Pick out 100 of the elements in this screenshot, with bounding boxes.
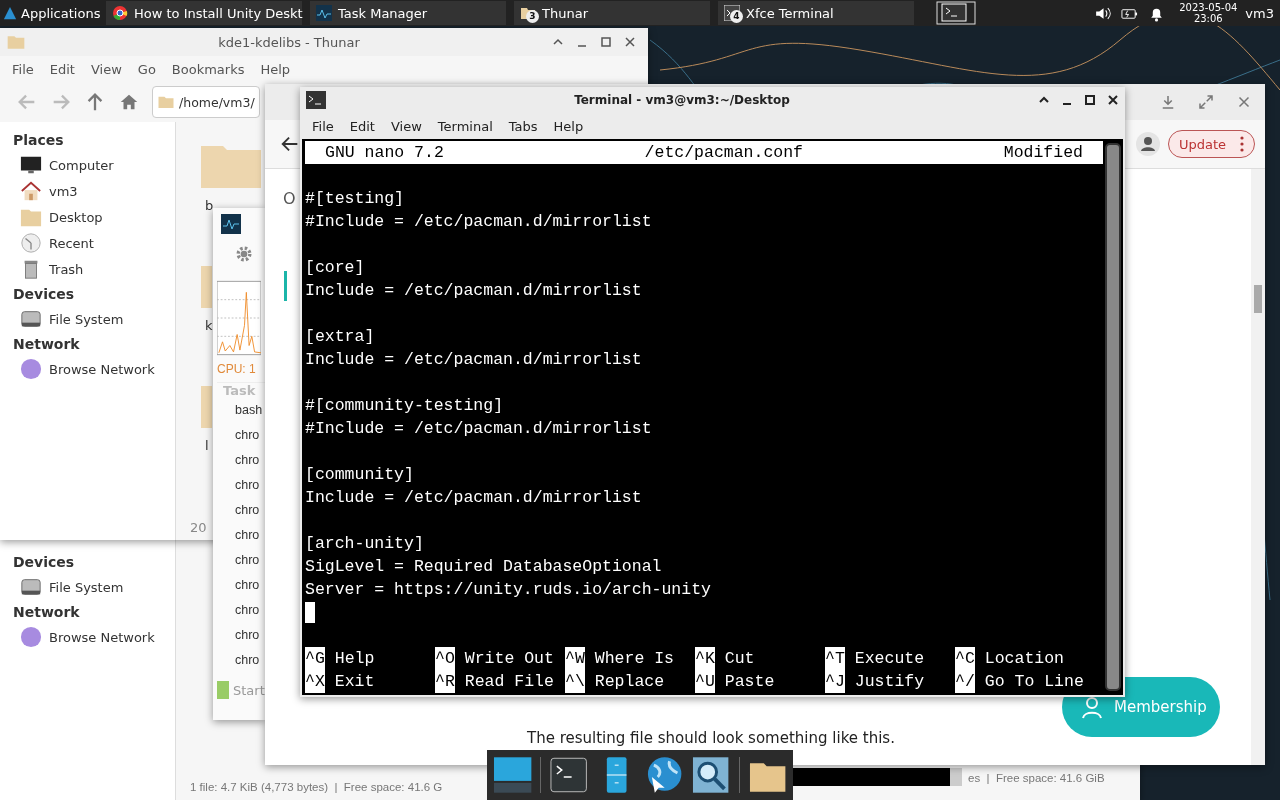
shortcut-key: ^X bbox=[305, 670, 325, 693]
menu-item[interactable]: Help bbox=[254, 59, 297, 79]
sidebar-item[interactable]: Browse Network bbox=[0, 624, 175, 650]
sidebar-item[interactable]: Desktop bbox=[0, 204, 175, 230]
process-name[interactable]: chro bbox=[217, 423, 265, 448]
sidebar-item[interactable]: vm3 bbox=[0, 178, 175, 204]
legend-label: Start bbox=[233, 682, 265, 698]
user-name[interactable]: vm3 bbox=[1245, 5, 1274, 21]
accent-bar bbox=[284, 271, 287, 301]
search-icon[interactable] bbox=[691, 755, 731, 795]
desktop-icon[interactable] bbox=[493, 755, 533, 795]
menu-item[interactable]: View bbox=[384, 116, 428, 136]
shortcut-label: Where Is bbox=[594, 648, 675, 670]
shortcut-label: Justify bbox=[854, 671, 925, 693]
sidebar-item[interactable]: Recent bbox=[0, 230, 175, 256]
close-icon[interactable] bbox=[624, 36, 636, 48]
update-button[interactable]: Update bbox=[1167, 130, 1255, 158]
shortcut-label: Location bbox=[984, 648, 1065, 670]
terminal-icon[interactable] bbox=[549, 755, 589, 795]
workspace-icon[interactable] bbox=[936, 1, 976, 25]
shortcut-key: ^T bbox=[825, 647, 845, 670]
process-name[interactable]: chro bbox=[217, 623, 265, 648]
avatar-icon[interactable] bbox=[1135, 132, 1160, 156]
scrollbar[interactable] bbox=[1105, 143, 1121, 691]
shortcut-label: Paste bbox=[724, 671, 775, 693]
settings-icon[interactable] bbox=[234, 244, 254, 264]
menu-item[interactable]: View bbox=[84, 59, 128, 79]
maximize-icon[interactable] bbox=[1084, 94, 1096, 106]
status-text: 1 file: 4.7 KiB (4,773 bytes) | Free space: 41.6 G bbox=[190, 781, 443, 793]
person-icon bbox=[1080, 695, 1104, 719]
sidebar-item[interactable]: Computer bbox=[0, 152, 175, 178]
sidebar-heading: Devices bbox=[12, 553, 76, 572]
clock[interactable]: 2023-05-04 23:06 bbox=[1179, 2, 1238, 24]
folder-label: k bbox=[205, 318, 213, 333]
window-title: Terminal - vm3@vm3:~/Desktop bbox=[573, 93, 791, 107]
sidebar-heading: Network bbox=[12, 603, 81, 622]
menu-item[interactable]: Edit bbox=[43, 59, 81, 79]
process-name[interactable]: chro bbox=[217, 448, 265, 473]
more-icon[interactable] bbox=[1240, 136, 1244, 152]
code-line: Include = /etc/pacman.d/mirrorlist bbox=[305, 487, 643, 509]
process-name[interactable]: chro bbox=[217, 523, 265, 548]
taskbar-button[interactable]: Task Manager bbox=[310, 1, 506, 25]
process-name[interactable]: bash bbox=[217, 398, 265, 423]
menu-item[interactable]: File bbox=[306, 116, 340, 136]
applications-menu-button[interactable]: Applications bbox=[0, 5, 106, 21]
status-swatch bbox=[217, 681, 229, 699]
drive-icon bbox=[20, 308, 42, 330]
menu-item[interactable]: Help bbox=[547, 116, 590, 136]
process-name[interactable]: chro bbox=[217, 573, 265, 598]
text-cursor bbox=[305, 602, 315, 623]
status-text: 20 bbox=[190, 519, 207, 535]
sidebar-item[interactable]: File System bbox=[0, 574, 175, 600]
cpu-label: CPU: 1 bbox=[217, 362, 257, 376]
code-line: Server = https://unity.ruds.io/arch-unity bbox=[305, 579, 712, 601]
code-line: [community] bbox=[305, 464, 415, 486]
menu-item[interactable]: Tabs bbox=[502, 116, 544, 136]
sidebar-heading: Network bbox=[12, 335, 81, 354]
path-field[interactable]: /home/vm3/ bbox=[152, 86, 260, 118]
sidebar-item[interactable]: File System bbox=[0, 306, 175, 332]
home-icon bbox=[20, 180, 42, 202]
taskbar-button[interactable]: 4 Xfce Terminal bbox=[718, 1, 914, 25]
code-line: Include = /etc/pacman.d/mirrorlist bbox=[305, 280, 643, 302]
process-name[interactable]: chro bbox=[217, 548, 265, 573]
process-name[interactable]: chro bbox=[217, 598, 265, 623]
monitor-icon bbox=[20, 154, 42, 176]
sidebar-item[interactable]: Browse Network bbox=[0, 356, 175, 382]
terminal-icon bbox=[306, 91, 326, 109]
close-icon[interactable] bbox=[1107, 94, 1119, 106]
code-line: [core] bbox=[305, 257, 366, 279]
shortcut-key: ^U bbox=[695, 670, 715, 693]
sidebar-heading: Devices bbox=[12, 285, 76, 304]
sidebar-heading: Places bbox=[12, 131, 65, 150]
shortcut-key: ^\ bbox=[565, 670, 585, 693]
code-line: [extra] bbox=[305, 326, 376, 348]
menu-item[interactable]: Edit bbox=[343, 116, 381, 136]
process-name[interactable]: chro bbox=[217, 498, 265, 523]
file-path: /etc/pacman.conf bbox=[644, 142, 803, 164]
shortcut-key: ^W bbox=[565, 647, 585, 670]
menu-item[interactable]: Bookmarks bbox=[165, 59, 251, 79]
sidebar-item[interactable]: Trash bbox=[0, 256, 175, 282]
menu-item[interactable]: Terminal bbox=[431, 116, 499, 136]
process-name[interactable]: chro bbox=[217, 473, 265, 498]
browser-icon bbox=[112, 5, 128, 21]
shortcut-label: Cut bbox=[724, 648, 755, 670]
scrollbar[interactable] bbox=[1251, 169, 1265, 765]
chart-icon bbox=[316, 5, 332, 21]
drive-icon bbox=[20, 576, 42, 598]
code-line: Include = /etc/pacman.d/mirrorlist bbox=[305, 349, 643, 371]
taskbar-button[interactable]: 3 Thunar bbox=[514, 1, 710, 25]
shortcut-key: ^O bbox=[435, 647, 455, 670]
menu-item[interactable]: Go bbox=[131, 59, 162, 79]
taskbar-button[interactable]: How to Install Unity Deskt bbox=[106, 1, 302, 25]
code-line: #[testing] bbox=[305, 188, 406, 210]
shortcut-key: ^K bbox=[695, 647, 715, 670]
shortcut-label: Execute bbox=[854, 648, 925, 670]
code-line: #Include = /etc/pacman.d/mirrorlist bbox=[305, 418, 653, 440]
modified-status: Modified bbox=[1003, 142, 1083, 164]
process-name[interactable]: chro bbox=[217, 648, 265, 673]
window-count-badge: 4 bbox=[730, 10, 743, 23]
menu-item[interactable]: File bbox=[6, 59, 40, 79]
